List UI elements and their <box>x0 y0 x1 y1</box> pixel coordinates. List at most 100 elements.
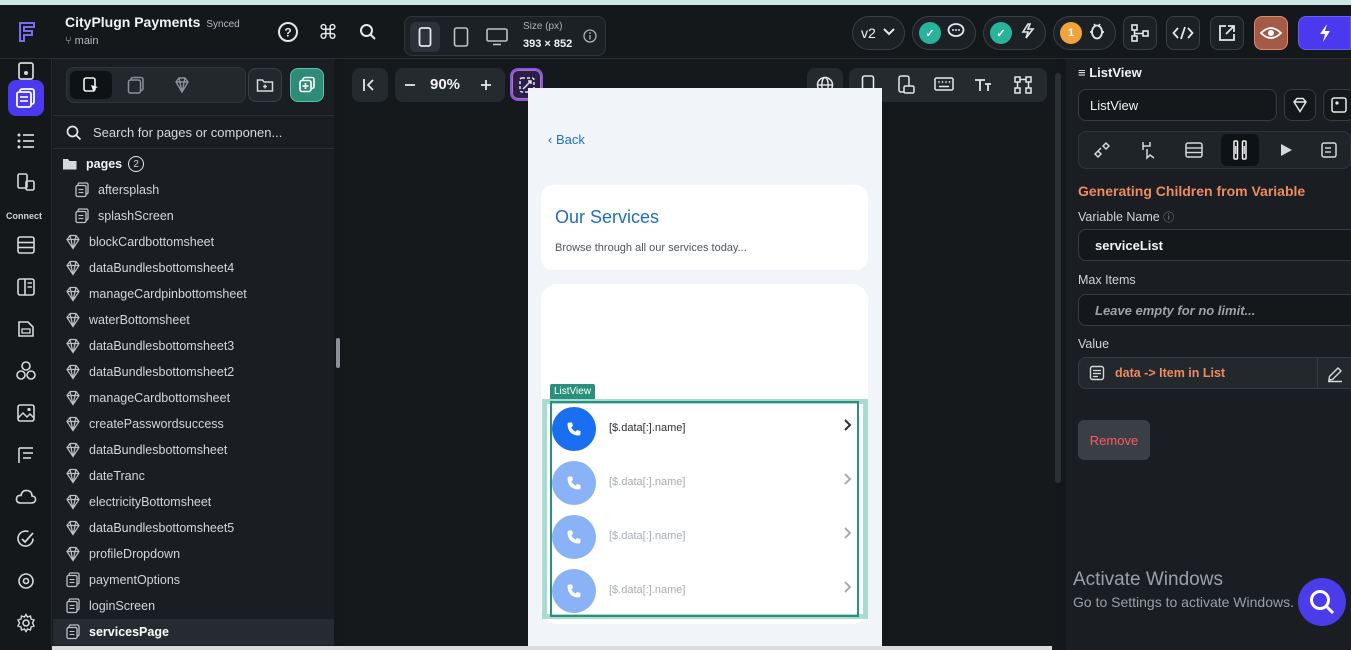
keyboard-icon[interactable] <box>934 77 954 96</box>
convert-component-icon[interactable] <box>1284 89 1316 121</box>
tree-component-item[interactable]: electricityBottomsheet <box>53 489 334 515</box>
tree-page-item[interactable]: aftersplash <box>53 177 334 203</box>
list-item[interactable]: [$.data[:].name] <box>552 456 857 510</box>
zoom-in-icon[interactable] <box>479 76 493 99</box>
rail-custom-code-icon[interactable] <box>8 311 44 347</box>
code-icon[interactable] <box>1166 16 1200 50</box>
command-icon[interactable]: ⌘ <box>316 20 340 44</box>
remove-button[interactable]: Remove <box>1078 420 1150 460</box>
rail-test-icon[interactable] <box>8 521 44 557</box>
issues-pill[interactable]: 1 <box>1053 16 1116 50</box>
version-dropdown[interactable]: v2 <box>852 16 905 50</box>
tree-component-item[interactable]: manageCardpinbottomsheet <box>53 281 334 307</box>
phone-device-button[interactable] <box>410 22 440 52</box>
tab-properties-icon[interactable] <box>1083 134 1121 166</box>
folder-label: pages <box>86 157 123 171</box>
page-list-tab-icon[interactable] <box>115 71 157 99</box>
widget-actions-icon[interactable] <box>1323 89 1351 121</box>
search-input[interactable]: Search for pages or componen... <box>93 125 282 140</box>
tree-component-item[interactable]: createPasswordsuccess <box>53 411 334 437</box>
value-field[interactable]: data -> Item in List <box>1078 357 1351 389</box>
rail-integrations-icon[interactable] <box>8 353 44 389</box>
desktop-device-button[interactable] <box>482 22 512 52</box>
list-item-name: [$.data[:].name] <box>609 422 686 434</box>
pages-folder[interactable]: pages 2 <box>53 151 334 177</box>
search-icon[interactable] <box>356 20 380 44</box>
page-search-bar[interactable]: Search for pages or componen... <box>53 115 334 149</box>
tree-component-item[interactable]: dataBundlesbottomsheet <box>53 437 334 463</box>
canvas-scrollbar[interactable] <box>1055 73 1061 483</box>
component-icon <box>65 468 81 484</box>
tree-page-item[interactable]: paymentOptions <box>53 567 334 593</box>
open-external-icon[interactable] <box>1210 16 1244 50</box>
rail-firestore-icon[interactable] <box>8 227 44 263</box>
rail-cloud-icon[interactable] <box>8 479 44 515</box>
tree-component-item[interactable]: dateTranc <box>53 463 334 489</box>
value-binding-text: data -> Item in List <box>1115 366 1226 380</box>
tab-backend-query-icon[interactable] <box>1175 134 1213 166</box>
left-rail: Connect <box>0 59 52 650</box>
tree-component-item[interactable]: manageCardbottomsheet <box>53 385 334 411</box>
tree-page-item[interactable]: loginScreen <box>53 593 334 619</box>
project-title[interactable]: CityPlugn Payments Synced <box>65 14 240 30</box>
tree-page-item[interactable]: servicesPage <box>53 619 334 645</box>
collapse-panel-icon[interactable] <box>352 68 388 102</box>
run-lightning-button[interactable] <box>1298 16 1351 50</box>
build-status-pill[interactable]: ✓ <box>983 16 1046 50</box>
help-search-fab[interactable] <box>1298 578 1346 626</box>
list-item[interactable]: [$.data[:].name] <box>552 564 857 618</box>
tab-actions-icon[interactable] <box>1129 134 1167 166</box>
components-tab-icon[interactable] <box>161 71 203 99</box>
rail-settings-api-icon[interactable] <box>8 563 44 599</box>
back-button[interactable]: ‹ Back <box>548 132 585 147</box>
tablet-device-button[interactable] <box>446 22 476 52</box>
branch-label[interactable]: ⑂ main <box>65 35 99 47</box>
layout-tree-icon[interactable] <box>1013 75 1033 100</box>
tree-component-item[interactable]: dataBundlesbottomsheet5 <box>53 515 334 541</box>
rail-app-state-icon[interactable] <box>8 269 44 305</box>
collab-status-pill[interactable]: ✓ <box>912 16 976 50</box>
rotate-device-icon[interactable] <box>897 75 915 100</box>
tree-component-item[interactable]: dataBundlesbottomsheet2 <box>53 359 334 385</box>
chevron-right-icon <box>843 418 853 437</box>
navigator-scrollbar[interactable] <box>336 338 340 368</box>
zoom-out-icon[interactable] <box>403 76 417 99</box>
add-page-icon[interactable] <box>290 68 324 102</box>
branching-icon[interactable] <box>1123 16 1157 50</box>
flutterflow-logo-icon[interactable] <box>14 19 40 45</box>
services-header-card[interactable]: Our Services Browse through all our serv… <box>541 185 868 270</box>
text-size-icon[interactable] <box>973 77 993 98</box>
edit-pencil-icon[interactable] <box>1326 365 1344 388</box>
tree-component-item[interactable]: blockCardbottomsheet <box>53 229 334 255</box>
tab-generate-children-icon[interactable] <box>1221 134 1259 166</box>
tree-component-item[interactable]: profileDropdown <box>53 541 334 567</box>
info-icon[interactable] <box>583 29 597 48</box>
rail-list-icon[interactable] <box>8 123 44 159</box>
tab-more-icon[interactable] <box>1311 134 1349 166</box>
tree-component-item[interactable]: dataBundlesbottomsheet4 <box>53 255 334 281</box>
list-item[interactable]: [$.data[:].name] <box>552 402 857 456</box>
tree-component-item[interactable]: waterBottomsheet <box>53 307 334 333</box>
info-icon: ⓘ <box>1163 212 1175 224</box>
rail-pages-icon[interactable] <box>8 80 44 116</box>
max-items-field[interactable]: Leave empty for no limit... <box>1078 294 1351 326</box>
rail-theme-icon[interactable] <box>8 437 44 473</box>
widget-name-field[interactable]: ListView <box>1078 89 1277 121</box>
add-folder-icon[interactable] <box>248 68 282 102</box>
rail-media-icon[interactable] <box>8 395 44 431</box>
value-label: Value <box>1078 337 1110 351</box>
pages-tab-icon[interactable] <box>70 71 112 99</box>
services-subtitle: Browse through all our services today... <box>555 242 747 254</box>
list-item[interactable]: [$.data[:].name] <box>552 510 857 564</box>
tab-animations-icon[interactable] <box>1267 134 1305 166</box>
rail-responsive-icon[interactable] <box>8 164 44 200</box>
preview-eye-icon[interactable] <box>1254 16 1288 50</box>
component-icon <box>65 546 81 562</box>
tree-page-item[interactable]: splashScreen <box>53 203 334 229</box>
rail-settings-gear-icon[interactable] <box>8 605 44 641</box>
variable-name-field[interactable]: serviceList <box>1078 229 1351 261</box>
tree-component-item[interactable]: dataBundlesbottomsheet3 <box>53 333 334 359</box>
lightning-flow-icon <box>1018 22 1038 45</box>
help-circle-icon[interactable]: ? <box>276 20 300 44</box>
device-size-value[interactable]: 393 × 852 <box>523 38 572 50</box>
